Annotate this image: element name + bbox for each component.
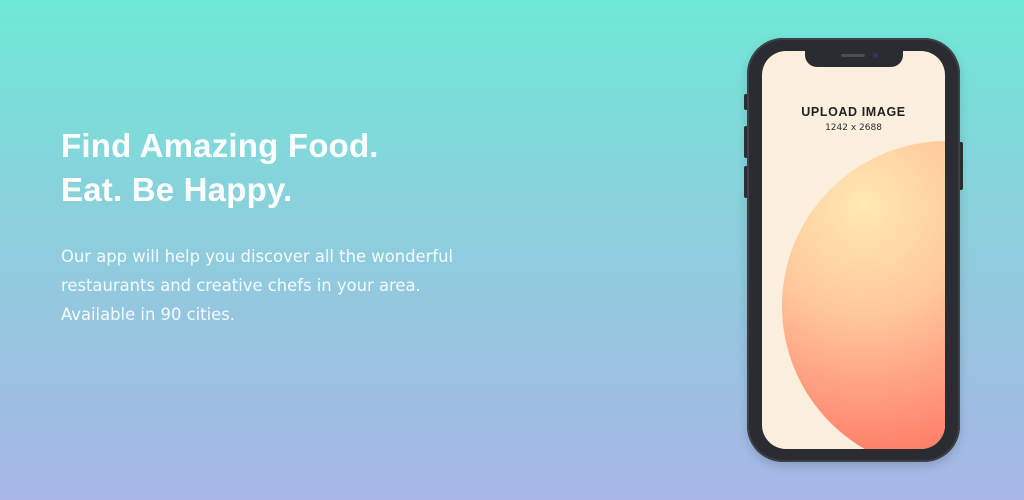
headline-line-1: Find Amazing Food. <box>61 127 379 164</box>
phone-screen[interactable]: UPLOAD IMAGE 1242 x 2688 <box>762 51 945 449</box>
phone-volume-up-button <box>744 126 747 158</box>
upload-image-placeholder[interactable]: UPLOAD IMAGE 1242 x 2688 <box>762 104 945 134</box>
phone-silent-switch <box>744 94 747 110</box>
hero-section: Find Amazing Food. Eat. Be Happy. Our ap… <box>61 124 501 329</box>
camera-icon <box>873 53 878 58</box>
gradient-circle-decoration <box>782 141 945 449</box>
phone-power-button <box>960 142 963 190</box>
phone-mockup: UPLOAD IMAGE 1242 x 2688 <box>744 38 963 462</box>
upload-image-dimensions: 1242 x 2688 <box>825 123 882 133</box>
hero-headline: Find Amazing Food. Eat. Be Happy. <box>61 124 501 212</box>
phone-volume-down-button <box>744 166 747 198</box>
headline-line-2: Eat. Be Happy. <box>61 171 293 208</box>
phone-notch <box>805 51 903 67</box>
speaker-icon <box>841 54 865 57</box>
hero-description: Our app will help you discover all the w… <box>61 247 454 324</box>
upload-image-title: UPLOAD IMAGE <box>801 105 906 119</box>
